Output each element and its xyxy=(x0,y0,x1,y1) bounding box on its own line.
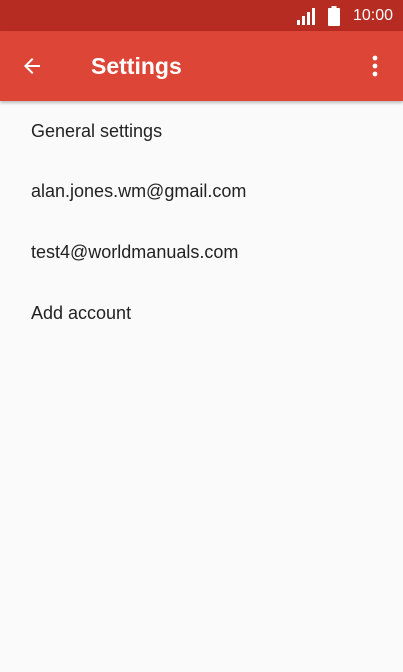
add-account-item[interactable]: Add account xyxy=(0,283,403,344)
account-item-test4[interactable]: test4@worldmanuals.com xyxy=(0,222,403,283)
battery-icon xyxy=(325,5,343,27)
back-arrow-icon xyxy=(24,58,40,74)
settings-list: General settings alan.jones.wm@gmail.com… xyxy=(0,101,403,344)
more-options-button[interactable] xyxy=(361,48,389,84)
status-bar: 10:00 xyxy=(0,0,403,31)
app-bar: Settings xyxy=(0,31,403,101)
general-settings-item[interactable]: General settings xyxy=(0,101,403,161)
account-item-alan[interactable]: alan.jones.wm@gmail.com xyxy=(0,161,403,222)
page-title: Settings xyxy=(91,53,182,79)
more-vert-icon xyxy=(372,55,378,77)
signal-icon xyxy=(296,7,315,25)
status-icons: 10:00 xyxy=(296,0,393,31)
status-time: 10:00 xyxy=(352,7,393,24)
back-button[interactable] xyxy=(14,48,50,84)
